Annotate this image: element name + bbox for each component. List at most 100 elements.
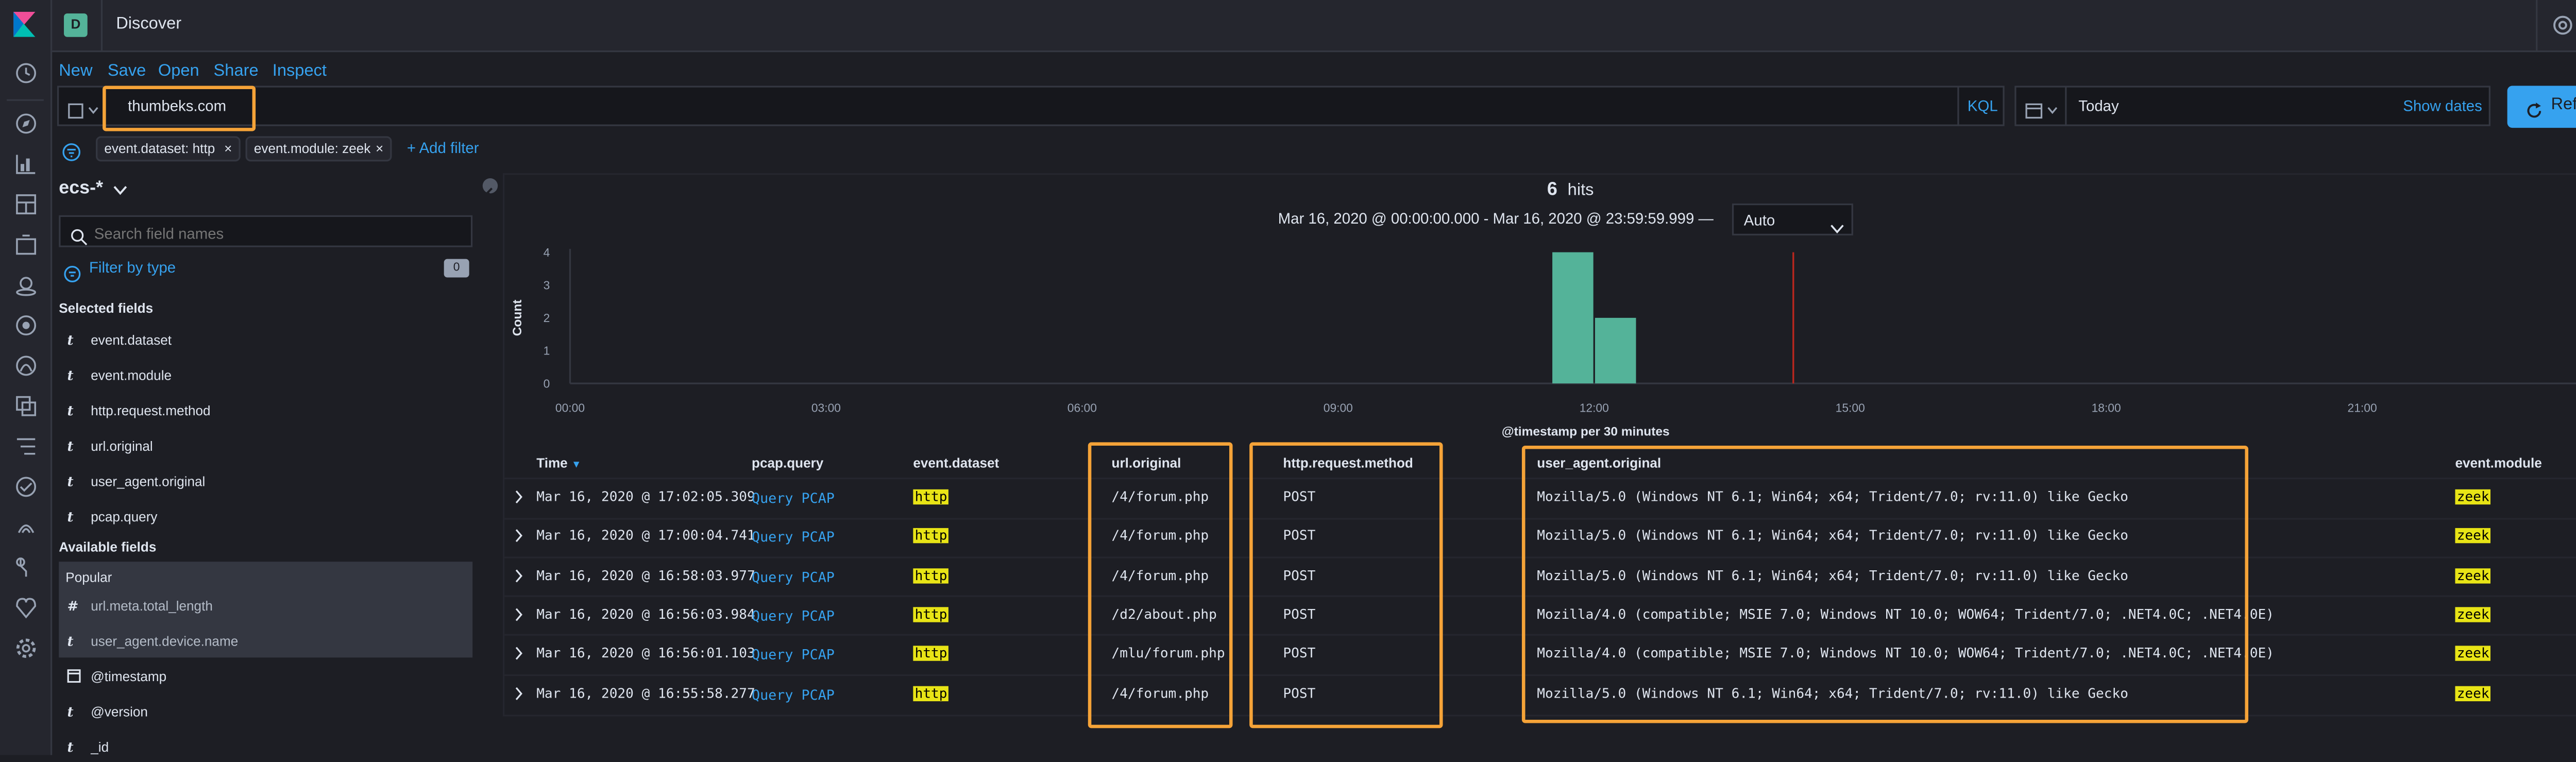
date-range: Mar 16, 2020 @ 00:00:00.000 - Mar 16, 20… — [1278, 210, 1714, 227]
query-pcap-link[interactable]: Query PCAP — [752, 685, 835, 702]
dev-tools-icon[interactable] — [12, 556, 39, 583]
refresh-icon — [2526, 97, 2543, 118]
visualize-icon[interactable] — [12, 153, 39, 180]
hits-label: hits — [1567, 181, 1594, 200]
new-link[interactable]: New — [59, 62, 92, 81]
highlight: zeek — [2455, 646, 2491, 662]
maps-icon[interactable] — [12, 274, 39, 301]
index-pattern-selector[interactable]: ecs-* — [59, 178, 127, 198]
column-header-event-module[interactable]: event.module — [2455, 456, 2541, 471]
expand-row-icon[interactable] — [513, 568, 525, 583]
field-item[interactable]: t _id — [59, 733, 109, 761]
field-item[interactable]: t event.module — [59, 362, 172, 390]
remove-filter-icon[interactable]: × — [376, 138, 383, 162]
cell-dataset: http — [913, 528, 949, 544]
expand-row-icon[interactable] — [513, 529, 525, 544]
filter-pill-dataset[interactable]: event.dataset: http × — [96, 136, 241, 162]
filter-options-icon[interactable] — [62, 140, 81, 161]
expand-row-icon[interactable] — [513, 489, 525, 504]
y-tick-label: 3 — [544, 278, 550, 292]
space-avatar[interactable]: D — [64, 13, 88, 37]
apm-icon[interactable] — [12, 435, 39, 462]
field-name: event.dataset — [91, 333, 172, 348]
field-name: url.meta.total_length — [91, 598, 213, 614]
time-value[interactable]: Today — [2078, 97, 2119, 114]
field-item[interactable]: # url.meta.total_length — [59, 592, 213, 620]
field-item[interactable]: t user_agent.original — [59, 467, 206, 496]
siem-icon[interactable] — [12, 516, 39, 543]
help-icon[interactable] — [2553, 13, 2573, 35]
field-name: user_agent.device.name — [91, 634, 239, 649]
column-header-pcap-query[interactable]: pcap.query — [752, 456, 823, 471]
annotation-box-query — [103, 86, 256, 131]
refresh-button[interactable]: Refresh — [2507, 86, 2576, 128]
open-link[interactable]: Open — [158, 62, 199, 81]
query-pcap-link[interactable]: Query PCAP — [752, 489, 835, 506]
field-name: @timestamp — [91, 669, 167, 685]
search-input[interactable] — [91, 218, 468, 247]
clock-icon[interactable] — [12, 62, 39, 89]
field-item[interactable]: t user_agent.device.name — [59, 627, 239, 655]
field-item[interactable]: t http.request.method — [59, 397, 211, 425]
field-type-icon: t — [67, 402, 74, 419]
field-type-icon: # — [67, 598, 79, 614]
interval-select[interactable]: Auto — [1732, 203, 1853, 235]
field-item[interactable]: t url.original — [59, 432, 153, 461]
field-type-icon: t — [67, 472, 74, 489]
filter-count-badge: 0 — [444, 259, 469, 278]
field-item[interactable]: t event.dataset — [59, 326, 172, 354]
y-tick-label: 2 — [544, 311, 550, 325]
logs-icon[interactable] — [12, 395, 39, 422]
collapse-sidebar-icon[interactable] — [482, 178, 498, 198]
cell-module: zeek — [2455, 528, 2491, 544]
field-type-icon: t — [67, 331, 74, 348]
sort-down-icon[interactable]: ▼ — [571, 461, 581, 471]
refresh-label: Refresh — [2551, 96, 2576, 114]
hits-counter: 6 hits — [1547, 180, 1594, 200]
cell-module: zeek — [2455, 685, 2491, 701]
highlight: http — [913, 606, 949, 622]
expand-row-icon[interactable] — [513, 646, 525, 661]
add-filter-link[interactable]: + Add filter — [407, 140, 479, 157]
histogram-bar — [1552, 252, 1594, 384]
kql-button[interactable]: KQL — [1968, 97, 1998, 114]
field-item[interactable]: t pcap.query — [59, 503, 158, 531]
interval-value: Auto — [1743, 212, 1775, 229]
query-pcap-link[interactable]: Query PCAP — [752, 529, 835, 546]
x-tick-label: 03:00 — [811, 401, 841, 415]
saved-query-icon[interactable] — [67, 97, 101, 119]
query-pcap-link[interactable]: Query PCAP — [752, 607, 835, 624]
highlight: zeek — [2455, 606, 2491, 622]
selected-fields-title: Selected fields — [59, 301, 154, 316]
column-header-event-dataset[interactable]: event.dataset — [913, 456, 999, 471]
chevron-down-icon — [113, 182, 128, 195]
field-item[interactable]: t @version — [59, 698, 148, 726]
dashboard-icon[interactable] — [12, 193, 39, 220]
ml-icon[interactable] — [12, 314, 39, 341]
field-name: http.request.method — [91, 403, 211, 419]
monitoring-icon[interactable] — [12, 597, 39, 624]
cell-time: Mar 16, 2020 @ 16:55:58.277 — [536, 685, 755, 701]
field-type-icon: t — [67, 437, 74, 454]
filter-by-type[interactable]: Filter by type 0 — [64, 259, 472, 283]
metrics-icon[interactable] — [12, 355, 39, 382]
query-pcap-link[interactable]: Query PCAP — [752, 646, 835, 663]
query-pcap-link[interactable]: Query PCAP — [752, 568, 835, 585]
canvas-icon[interactable] — [12, 234, 39, 261]
expand-row-icon[interactable] — [513, 685, 525, 700]
popular-title: Popular — [65, 570, 112, 585]
expand-row-icon[interactable] — [513, 607, 525, 622]
uptime-icon[interactable] — [12, 476, 39, 503]
save-link[interactable]: Save — [108, 62, 146, 81]
remove-filter-icon[interactable]: × — [224, 138, 232, 162]
show-dates-link[interactable]: Show dates — [2403, 97, 2482, 114]
filter-pill-module[interactable]: event.module: zeek × — [245, 136, 392, 162]
column-header-time[interactable]: Time ▼ — [536, 456, 581, 471]
inspect-link[interactable]: Inspect — [273, 62, 327, 81]
compass-icon[interactable] — [12, 113, 39, 140]
share-link[interactable]: Share — [214, 62, 259, 81]
management-icon[interactable] — [12, 637, 39, 664]
field-item[interactable]: @timestamp — [59, 663, 166, 691]
kibana-logo[interactable] — [13, 11, 36, 37]
calendar-icon[interactable] — [2025, 97, 2062, 119]
